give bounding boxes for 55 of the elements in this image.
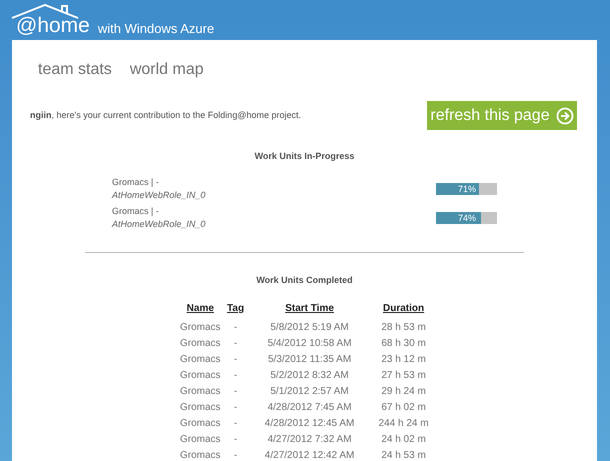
- table-cell: Gromacs: [180, 402, 221, 412]
- work-unit-role: AtHomeWebRole_IN_0: [112, 188, 206, 202]
- table-cell: Gromacs: [180, 322, 221, 332]
- logo-subtitle: with Windows Azure: [98, 22, 214, 36]
- table-cell: 29 h 24 m: [381, 386, 426, 396]
- table-cell: Gromacs: [180, 418, 221, 428]
- table-cell: -: [234, 370, 238, 380]
- column-header: Duration: [383, 303, 424, 314]
- column-header: Name: [186, 303, 214, 314]
- table-cell: Gromacs: [180, 434, 221, 444]
- table-cell: -: [234, 354, 238, 364]
- table-cell: 28 h 53 m: [381, 322, 426, 332]
- table-cell: Gromacs: [180, 386, 221, 396]
- intro-text: ngiin, here's your current contribution to the Folding@home project.: [30, 108, 301, 122]
- work-unit-name: Gromacs | -: [112, 204, 159, 218]
- work-unit-name: Gromacs | -: [112, 176, 159, 188]
- refresh-button[interactable]: refresh this page: [427, 101, 577, 130]
- work-unit-role: AtHomeWebRole_IN_0: [112, 218, 206, 230]
- table-cell: 5/3/2012 11:35 AM: [268, 354, 352, 364]
- logo: @home: [16, 15, 90, 36]
- table-cell: 24 h 53 m: [381, 450, 426, 460]
- table-cell: 67 h 02 m: [381, 402, 426, 412]
- column-header: Tag: [227, 303, 244, 314]
- table-cell: 4/27/2012 12:42 AM: [264, 450, 354, 460]
- table-cell: -: [234, 434, 238, 444]
- table-cell: 27 h 53 m: [381, 370, 426, 380]
- table-cell: 5/8/2012 5:19 AM: [270, 322, 349, 332]
- table-cell: 4/27/2012 7:32 AM: [268, 434, 352, 444]
- nav-link[interactable]: world map: [130, 58, 204, 82]
- table-cell: -: [234, 338, 238, 348]
- table-cell: -: [234, 402, 238, 412]
- table-cell: Gromacs: [180, 354, 221, 364]
- table-cell: 5/4/2012 10:58 AM: [268, 338, 352, 348]
- table-cell: -: [234, 418, 238, 428]
- table-cell: 5/1/2012 2:57 AM: [270, 386, 349, 396]
- table-cell: 4/28/2012 12:45 AM: [264, 418, 354, 428]
- table-cell: 244 h 24 m: [378, 418, 429, 428]
- column-header: Start Time: [285, 303, 334, 314]
- progress-reading: 74%: [458, 212, 476, 224]
- table-cell: -: [234, 386, 238, 396]
- section-title: Work Units In-Progress: [254, 150, 356, 163]
- nav-link[interactable]: team stats: [38, 58, 112, 82]
- arrow-circle-icon: [556, 106, 574, 124]
- table-cell: -: [234, 322, 238, 332]
- table-cell: 23 h 12 m: [381, 354, 426, 364]
- table-cell: 68 h 30 m: [381, 338, 426, 348]
- table-cell: 4/28/2012 7:45 AM: [268, 402, 352, 412]
- section-title: Work Units Completed: [255, 274, 354, 287]
- progress-reading: 71%: [458, 182, 476, 194]
- table-cell: 24 h 02 m: [381, 434, 426, 444]
- table-cell: 5/2/2012 8:32 AM: [270, 370, 349, 380]
- table-cell: -: [234, 450, 238, 460]
- table-cell: Gromacs: [180, 338, 221, 348]
- table-cell: Gromacs: [180, 370, 221, 380]
- table-cell: Gromacs: [180, 450, 221, 460]
